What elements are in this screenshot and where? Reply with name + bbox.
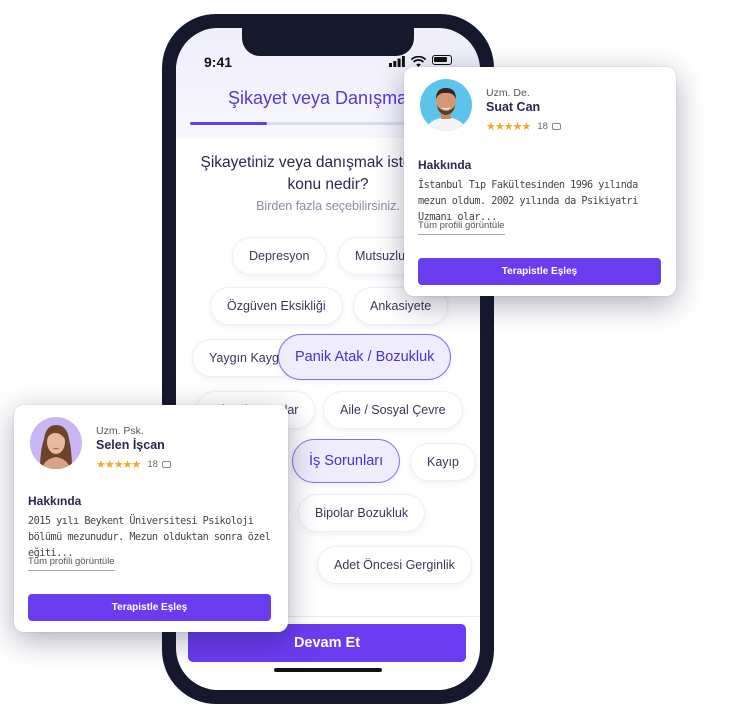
chip-panik-atak[interactable]: Panik Atak / Bozukluk xyxy=(278,334,452,380)
phone-notch xyxy=(242,28,414,56)
therapist-card-selen-iscan: Uzm. Psk. Selen İşcan ★★★★★ 18 Hakkında … xyxy=(14,405,288,632)
chip-bipolar-bozukluk[interactable]: Bipolar Bozukluk xyxy=(298,494,426,532)
therapist-name: Selen İşcan xyxy=(96,438,165,452)
chip-adet-oncesi-gerginlik[interactable]: Adet Öncesi Gerginlik xyxy=(317,546,472,584)
match-therapist-button[interactable]: Terapistle Eşleş xyxy=(418,258,661,285)
therapist-card-suat-can: Uzm. De. Suat Can ★★★★★ 18 Hakkında İsta… xyxy=(404,67,676,296)
home-indicator xyxy=(274,668,382,672)
progress-fill xyxy=(190,122,268,125)
wifi-icon xyxy=(410,54,427,67)
chip-kayip[interactable]: Kayıp xyxy=(410,443,476,481)
about-text: 2015 yılı Beykent Üniversitesi Psikoloji… xyxy=(28,516,271,559)
about-text: İstanbul Tıp Fakültesinden 1996 yılında … xyxy=(418,180,638,223)
review-count: 18 xyxy=(147,459,158,470)
star-rating-icon: ★★★★★ xyxy=(96,459,141,471)
page-title: Şikayet veya Danışma xyxy=(228,88,408,108)
therapist-title: Uzm. Psk. xyxy=(96,425,144,437)
avatar xyxy=(420,79,472,131)
about-heading: Hakkında xyxy=(418,158,472,172)
rating: ★★★★★ 18 xyxy=(96,458,171,471)
therapist-title: Uzm. De. xyxy=(486,87,530,99)
rating: ★★★★★ 18 xyxy=(486,120,561,133)
comment-icon xyxy=(551,123,561,130)
status-icons xyxy=(389,54,452,67)
chip-is-sorunlari[interactable]: İş Sorunları xyxy=(292,439,401,483)
star-rating-icon: ★★★★★ xyxy=(486,121,531,133)
therapist-name: Suat Can xyxy=(486,100,541,114)
match-therapist-button[interactable]: Terapistle Eşleş xyxy=(28,594,271,621)
review-count: 18 xyxy=(537,121,548,132)
comment-icon xyxy=(161,461,171,468)
status-time: 9:41 xyxy=(204,54,233,70)
chip-aile-sosyal-cevre[interactable]: Aile / Sosyal Çevre xyxy=(323,391,463,429)
chip-depresyon[interactable]: Depresyon xyxy=(232,237,327,275)
chip-ozguven-eksikligi[interactable]: Özgüven Eksikliği xyxy=(210,287,343,325)
avatar xyxy=(30,417,82,469)
battery-icon xyxy=(432,54,452,65)
about-heading: Hakkında xyxy=(28,494,82,508)
view-profile-link[interactable]: Tüm profili görüntüle xyxy=(418,220,505,235)
view-profile-link[interactable]: Tüm profili görüntüle xyxy=(28,556,115,571)
signal-icon xyxy=(389,54,405,67)
